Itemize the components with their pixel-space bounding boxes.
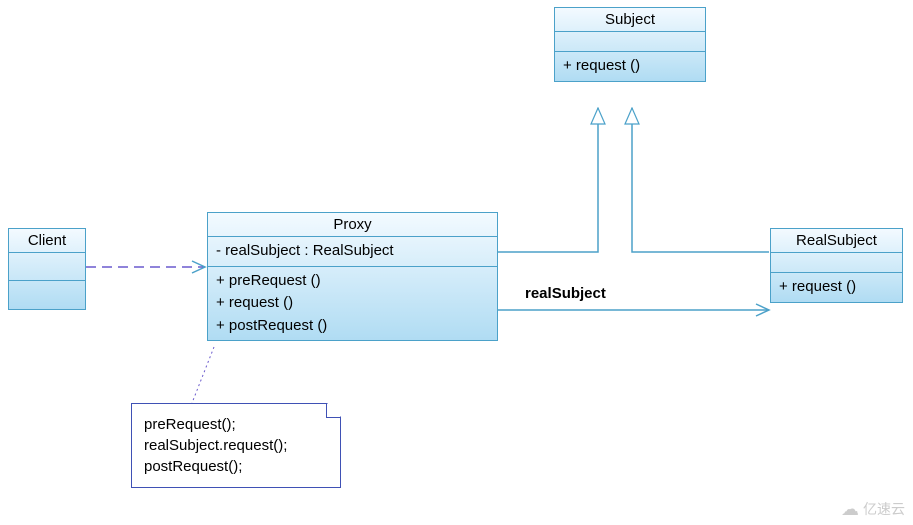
class-proxy-attrs: - realSubject : RealSubject	[208, 237, 497, 267]
generalization-realsubject-subject	[632, 108, 769, 252]
class-subject-name: Subject	[555, 8, 705, 32]
class-proxy-name: Proxy	[208, 213, 497, 237]
class-proxy-ops: + preRequest () + request () + postReque…	[208, 267, 497, 341]
class-subject-attrs	[555, 32, 705, 52]
op-row: + postRequest ()	[216, 315, 489, 338]
attr-row: - realSubject : RealSubject	[216, 240, 489, 263]
op-row: + request ()	[779, 276, 894, 299]
note-line: preRequest();	[144, 414, 328, 435]
class-subject-ops: + request ()	[555, 52, 705, 81]
generalization-proxy-subject	[498, 108, 598, 252]
class-realsubject-ops: + request ()	[771, 273, 902, 302]
note: preRequest(); realSubject.request(); pos…	[131, 403, 341, 488]
cloud-icon: ☁	[841, 500, 859, 518]
note-line: postRequest();	[144, 456, 328, 477]
class-realsubject: RealSubject + request ()	[770, 228, 903, 303]
uml-canvas: Subject + request () Client Proxy - real…	[0, 0, 913, 525]
class-client-name: Client	[9, 229, 85, 253]
watermark: ☁ 亿速云	[841, 499, 905, 519]
op-row: + preRequest ()	[216, 270, 489, 293]
class-proxy: Proxy - realSubject : RealSubject + preR…	[207, 212, 498, 341]
class-realsubject-name: RealSubject	[771, 229, 902, 253]
class-client-attrs	[9, 253, 85, 281]
class-client: Client	[8, 228, 86, 310]
class-realsubject-attrs	[771, 253, 902, 273]
op-row: + request ()	[216, 292, 489, 315]
watermark-text: 亿速云	[863, 499, 905, 519]
class-subject: Subject + request ()	[554, 7, 706, 82]
class-client-ops	[9, 281, 85, 309]
op-row: + request ()	[563, 55, 697, 78]
association-label: realSubject	[525, 285, 606, 302]
note-line: realSubject.request();	[144, 435, 328, 456]
note-anchor	[192, 347, 214, 403]
